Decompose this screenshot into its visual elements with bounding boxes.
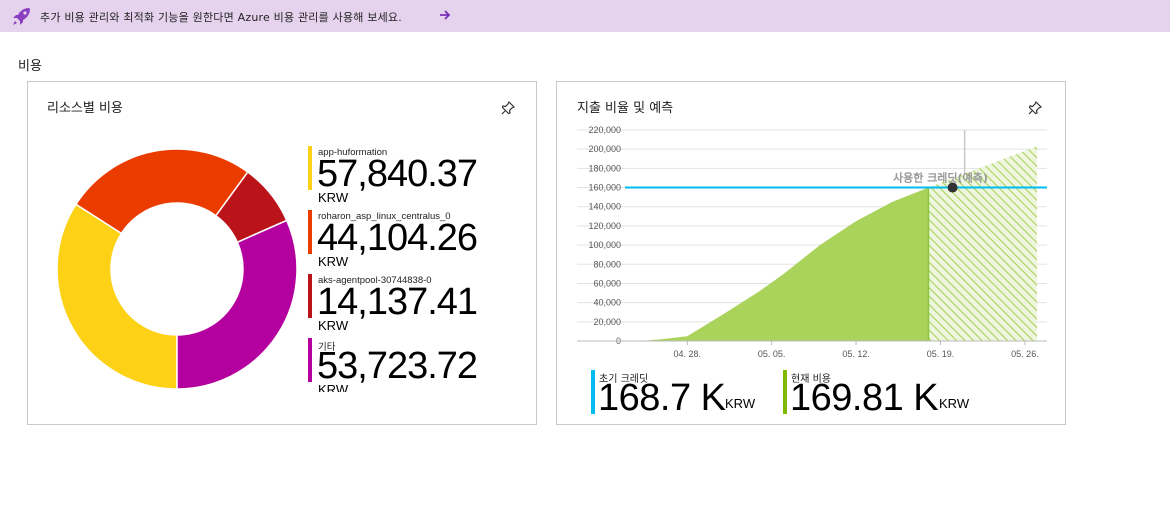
x-tick-label: 05. 05. — [758, 349, 786, 359]
pin-icon[interactable] — [500, 100, 516, 116]
kpi-unit: KRW — [939, 396, 970, 411]
kpi-color-bar — [591, 370, 595, 414]
kpi-value: 169.81 K — [790, 377, 939, 419]
y-tick-label: 80,000 — [593, 259, 621, 269]
y-tick-label: 60,000 — [593, 278, 621, 288]
card-title: 지출 비율 및 예측 — [577, 101, 674, 116]
donut-slice[interactable] — [56, 203, 178, 390]
y-tick-label: 140,000 — [588, 202, 621, 212]
resource-cost-card: 리소스별 비용 app-huformation 57,840.37 KRW ro… — [27, 81, 537, 425]
legend-unit: KRW — [318, 318, 349, 333]
kpi-initial-credit: 초기 크레딧 168.7 K KRW — [591, 370, 771, 420]
legend-item: aks-agentpool-30744838-0 14,137.41 KRW — [308, 274, 508, 333]
legend-unit: KRW — [318, 254, 349, 269]
x-tick-label: 04. 28. — [673, 349, 701, 359]
spend-forecast-card: 지출 비율 및 예측 0 20,000 40,000 60,000 80,000 100,… — [556, 81, 1066, 425]
y-tick-label: 100,000 — [588, 240, 621, 250]
y-tick-label: 120,000 — [588, 221, 621, 231]
y-tick-label: 20,000 — [593, 317, 621, 327]
section-title: 비용 — [18, 59, 42, 74]
legend-unit: KRW — [318, 190, 349, 205]
legend-item: 기타 53,723.72 KRW — [308, 338, 508, 392]
y-tick-label: 220,000 — [588, 125, 621, 135]
x-tick-label: 05. 12. — [842, 349, 870, 359]
kpi-color-bar — [783, 370, 787, 414]
y-tick-label: 40,000 — [593, 298, 621, 308]
current-cost-marker[interactable] — [947, 182, 958, 193]
legend-unit: KRW — [318, 382, 349, 392]
y-tick-label: 180,000 — [588, 163, 621, 173]
upgrade-banner[interactable]: 추가 비용 관리와 최적화 기능을 원한다면 Azure 비용 관리를 사용해 … — [0, 0, 1170, 32]
y-tick-label: 200,000 — [588, 144, 621, 154]
y-tick-label: 160,000 — [588, 183, 621, 193]
kpi-current-cost: 현재 비용 169.81 K KRW — [783, 370, 1003, 420]
banner-text: 추가 비용 관리와 최적화 기능을 원한다면 Azure 비용 관리를 사용해 … — [40, 11, 402, 24]
forecast-annotation: 사용한 크레딧(예측) — [893, 171, 988, 185]
kpi-unit: KRW — [725, 396, 756, 411]
donut-slice[interactable] — [176, 219, 298, 390]
cost-donut-chart — [56, 148, 298, 390]
kpi-value: 168.7 K — [598, 377, 726, 419]
x-tick-label: 05. 19. — [927, 349, 955, 359]
card-title: 리소스별 비용 — [47, 101, 123, 116]
legend-item: app-huformation 57,840.37 KRW — [308, 146, 508, 205]
spend-area-chart: 020,00040,00060,00080,000100,000120,0001… — [577, 125, 1047, 359]
legend-item: roharon_asp_linux_centralus_0 44,104.26 … — [308, 210, 508, 269]
rocket-icon — [13, 8, 30, 25]
pin-icon[interactable] — [1027, 100, 1043, 116]
arrow-right-icon[interactable] — [438, 8, 452, 22]
x-tick-label: 05. 26. — [1011, 349, 1039, 359]
